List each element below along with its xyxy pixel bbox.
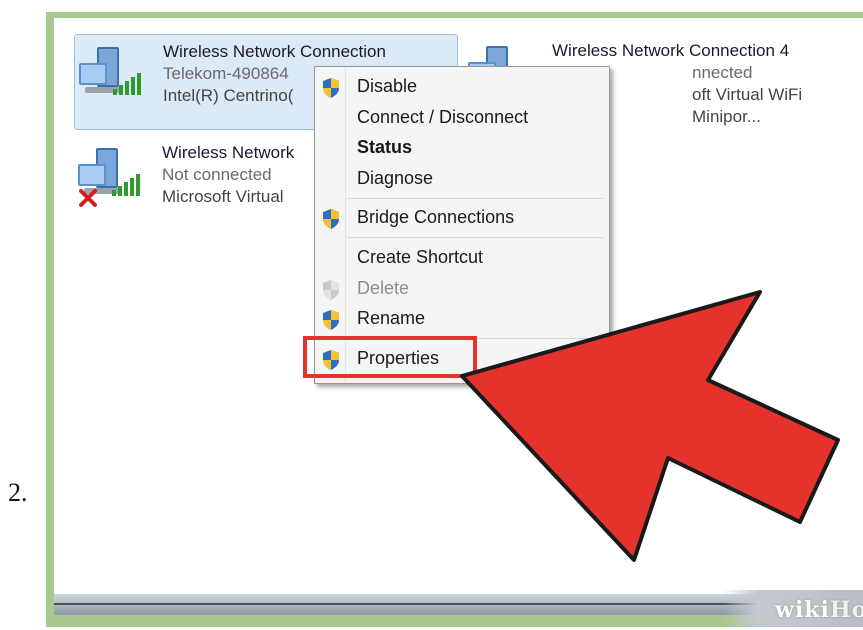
pointer-arrow-icon xyxy=(460,290,840,562)
wikihow-watermark: wikiHow xyxy=(723,590,863,627)
step-number: 2. xyxy=(8,478,28,507)
